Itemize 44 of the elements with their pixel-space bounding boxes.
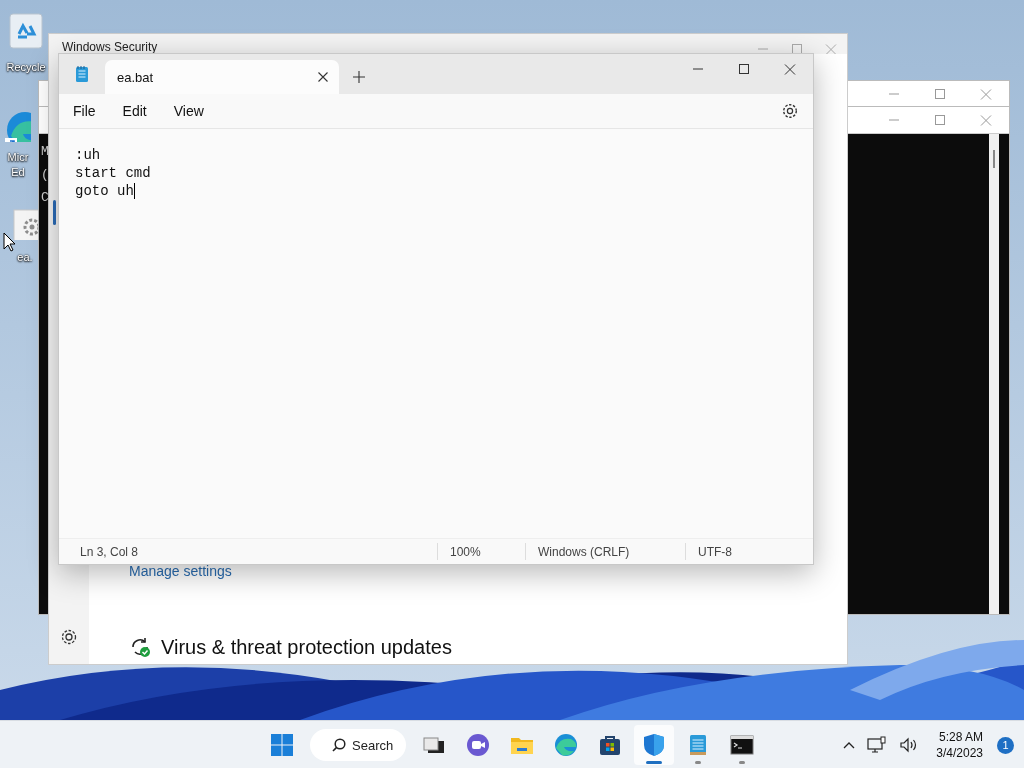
store-icon[interactable] bbox=[598, 733, 622, 757]
file-tab[interactable]: ea.bat bbox=[105, 60, 339, 94]
console-text: M bbox=[41, 143, 49, 161]
menu-item[interactable]: Edit bbox=[112, 97, 157, 125]
mouse-cursor-icon bbox=[3, 232, 16, 252]
browser-icon[interactable] bbox=[554, 733, 578, 757]
start-button-icon[interactable] bbox=[270, 733, 294, 757]
close-button[interactable] bbox=[784, 63, 796, 75]
scrollbar-thumb[interactable] bbox=[993, 150, 995, 168]
settings-icon[interactable] bbox=[60, 628, 78, 646]
manage-settings-link[interactable]: Manage settings bbox=[129, 562, 232, 580]
file-icon[interactable] bbox=[12, 208, 38, 240]
icon-label: ea. bbox=[17, 250, 33, 265]
status-text: UTF-8 bbox=[685, 543, 805, 560]
menu-item[interactable]: View bbox=[163, 97, 214, 125]
notification-badge[interactable]: 1 bbox=[997, 736, 1014, 754]
code-line: goto uh bbox=[75, 182, 134, 200]
maximize-button[interactable] bbox=[738, 63, 750, 75]
close-tab-icon[interactable] bbox=[318, 72, 328, 82]
status-text: Ln 3, Col 8 bbox=[79, 543, 140, 560]
window-title: Windows Security bbox=[62, 40, 158, 54]
clock-time[interactable]: 5:28 AM bbox=[938, 729, 983, 745]
refresh-check-icon bbox=[129, 636, 151, 658]
menu-item[interactable]: File bbox=[63, 97, 106, 125]
recycle-bin-icon[interactable] bbox=[6, 12, 46, 52]
clock-date[interactable]: 3/4/2023 bbox=[936, 745, 983, 761]
nav-selection-indicator bbox=[53, 200, 56, 225]
icon-label: Recycle bbox=[6, 60, 46, 75]
icon-label: Micr bbox=[7, 150, 29, 165]
status-text: Windows (CRLF) bbox=[525, 543, 685, 560]
code-line: :uh bbox=[75, 146, 101, 164]
console-text: ( bbox=[41, 166, 49, 184]
add-tab-icon[interactable] bbox=[353, 71, 365, 83]
search-box[interactable]: Search bbox=[310, 729, 406, 761]
video-chat-icon[interactable] bbox=[466, 733, 490, 757]
notepad-icon bbox=[75, 65, 89, 83]
icon-label: Ed bbox=[11, 165, 25, 180]
terminal-icon[interactable] bbox=[730, 733, 754, 757]
status-text: 100% bbox=[437, 543, 525, 560]
code-line: start cmd bbox=[75, 164, 151, 182]
section-heading: Virus & threat protection updates bbox=[161, 635, 452, 659]
shield-icon[interactable] bbox=[642, 733, 666, 757]
search-icon bbox=[332, 738, 346, 752]
console-text: C bbox=[41, 189, 49, 207]
